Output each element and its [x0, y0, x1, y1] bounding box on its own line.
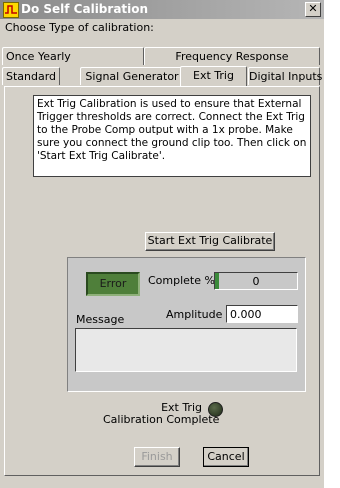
finish-button[interactable]: Finish [134, 447, 180, 467]
close-button[interactable]: ✕ [305, 2, 321, 17]
waveform-icon [3, 2, 19, 18]
tab-signal-generator[interactable]: Signal Generator [80, 67, 184, 85]
complete-percent-value: 0 [252, 275, 260, 288]
complete-percent-label: Complete % [148, 274, 215, 287]
message-box [75, 328, 297, 372]
title-bar: Do Self Calibration ✕ [0, 0, 324, 19]
choose-type-label: Choose Type of calibration: [5, 21, 154, 34]
amplitude-label: Amplitude [166, 308, 223, 321]
start-ext-trig-calibrate-button[interactable]: Start Ext Trig Calibrate [145, 232, 275, 251]
close-icon: ✕ [308, 2, 318, 15]
calibration-window: Do Self Calibration ✕ Choose Type of cal… [0, 0, 324, 488]
error-indicator: Error [86, 272, 140, 296]
tab-ext-trig[interactable]: Ext Trig [180, 66, 247, 86]
cancel-button[interactable]: Cancel [203, 447, 249, 467]
tab-standard[interactable]: Standard [2, 67, 60, 85]
calibration-complete-label: Calibration Complete [103, 413, 220, 426]
tab-digital-inputs[interactable]: Digital Inputs [248, 67, 322, 85]
window-title: Do Self Calibration [21, 2, 149, 16]
complete-progress-bar: 0 [214, 272, 298, 290]
calibration-complete-indicator [208, 402, 223, 417]
instructions-text: Ext Trig Calibration is used to ensure t… [33, 95, 311, 177]
tab-once-yearly[interactable]: Once Yearly [2, 47, 144, 65]
tab-frequency-response[interactable]: Frequency Response [144, 47, 320, 65]
message-label: Message [76, 313, 125, 326]
amplitude-field: 0.000 [226, 305, 298, 323]
